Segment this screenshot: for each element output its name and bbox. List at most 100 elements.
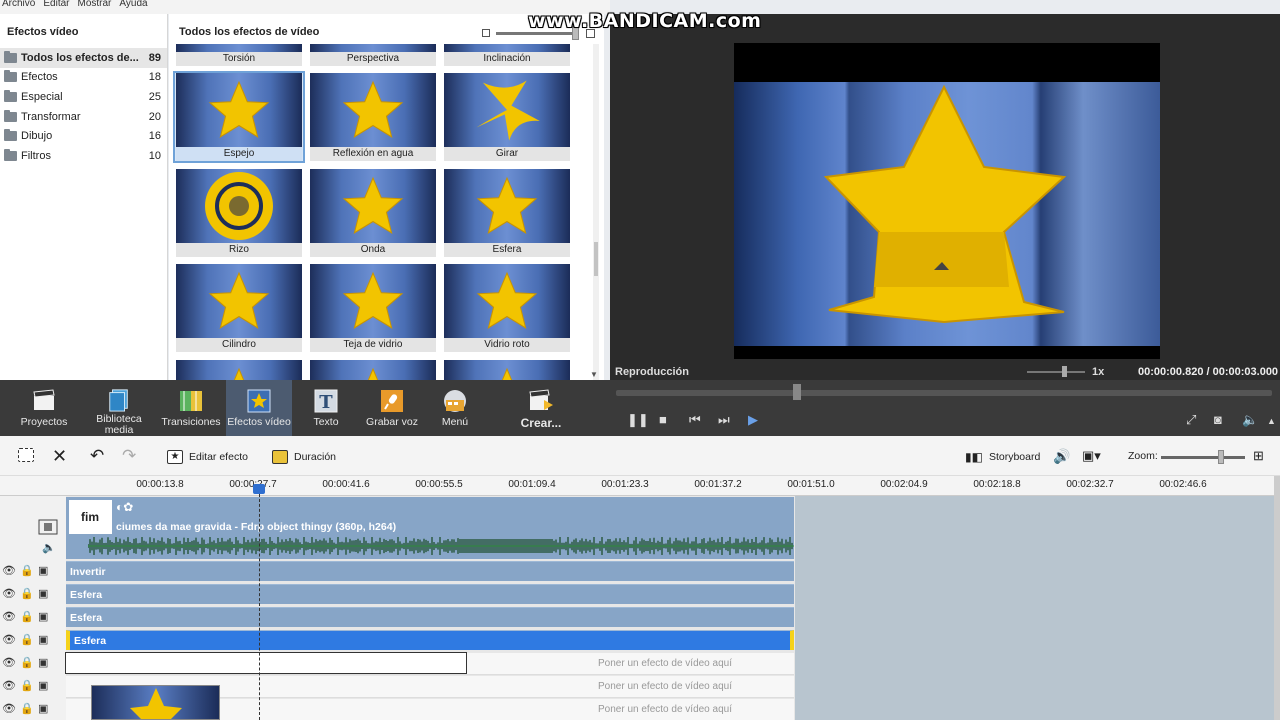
category-label: Transformar — [21, 110, 81, 123]
next-icon[interactable]: ⏭ — [718, 413, 730, 427]
stop-icon[interactable]: ■ — [659, 413, 667, 427]
eye-icon[interactable]: 👁 — [2, 679, 16, 692]
multi-select-icon[interactable] — [18, 448, 34, 462]
scroll-down-icon[interactable]: ▼ — [590, 370, 598, 379]
display-options-icon[interactable]: ▣▾ — [1082, 448, 1101, 464]
lock-icon[interactable]: 🔒 — [20, 564, 34, 577]
clip-thumbnail: fim — [69, 500, 112, 534]
effect-tile[interactable]: Inclinación — [443, 44, 571, 66]
text-button[interactable]: T Texto — [302, 380, 350, 436]
timeline-vertical-scrollbar[interactable] — [1274, 476, 1280, 720]
eye-icon[interactable]: 👁 — [2, 587, 16, 600]
eye-icon[interactable]: 👁 — [2, 633, 16, 646]
effect-tile[interactable]: Girar — [443, 73, 571, 161]
category-item[interactable]: Dibujo 16 — [0, 126, 167, 146]
duration-label: Duración — [294, 451, 337, 463]
create-button[interactable]: Crear... — [514, 380, 568, 436]
duration-button[interactable]: Duración — [272, 450, 336, 464]
clip-adjust-icon[interactable]: ◐✿ — [116, 500, 133, 514]
lock-icon[interactable]: 🔒 — [20, 610, 34, 623]
speed-value: 1x — [1092, 366, 1105, 378]
previous-icon[interactable]: ⏮ — [689, 413, 701, 427]
folder-icon — [4, 109, 17, 122]
zoom-slider[interactable] — [1161, 456, 1245, 459]
video-effects-button[interactable]: Efectos vídeo — [226, 380, 292, 436]
effect-tile[interactable]: Rizo — [175, 168, 303, 257]
effect-tile[interactable]: Reflexión en agua — [309, 73, 437, 161]
effect-tile[interactable]: Vidrio roto — [443, 264, 571, 352]
lock-icon[interactable]: 🔒 — [20, 633, 34, 646]
menu-ayuda[interactable]: Ayuda — [119, 0, 147, 14]
eye-icon[interactable]: 👁 — [2, 564, 16, 577]
effect-tile[interactable]: Esfera — [443, 168, 571, 257]
eye-icon[interactable]: 👁 — [2, 702, 16, 715]
mute-icon[interactable]: 🔈 — [42, 541, 56, 554]
storyboard-button[interactable]: ▮◧ Storyboard — [965, 450, 1040, 464]
category-count: 18 — [148, 71, 161, 84]
speed-slider-thumb[interactable] — [1062, 366, 1067, 377]
effect-track-clip[interactable]: Esfera — [66, 584, 794, 604]
effect-track-clip[interactable]: Esfera — [66, 630, 794, 650]
zoom-fit-icon[interactable]: ⊞ — [1253, 448, 1264, 464]
undo-icon[interactable]: ↶ — [90, 446, 104, 466]
category-item[interactable]: Transformar 20 — [0, 107, 167, 127]
menu-archivo[interactable]: Archivo — [2, 0, 35, 14]
ruler-tick-label: 00:02:18.8 — [973, 479, 1021, 490]
timeline-ruler[interactable]: 00:00:13.800:00:27.700:00:41.600:00:55.5… — [0, 476, 1280, 496]
effect-tile[interactable] — [309, 360, 437, 380]
volume-icon[interactable]: 🔈 — [1242, 413, 1258, 427]
eye-icon[interactable]: 👁 — [2, 656, 16, 669]
menu-button[interactable]: Menú — [432, 380, 478, 436]
lock-icon[interactable]: 🔒 — [20, 587, 34, 600]
effect-tile[interactable]: Perspectiva — [309, 44, 437, 66]
grid-scrollbar-thumb[interactable] — [594, 242, 598, 276]
effect-tile[interactable]: Espejo — [173, 71, 305, 163]
audio-mixer-icon[interactable]: 🔊 — [1053, 448, 1070, 465]
grid-scrollbar[interactable] — [593, 44, 599, 380]
speed-slider[interactable] — [1027, 371, 1085, 373]
projects-button[interactable]: Proyectos — [12, 380, 76, 436]
timeline-empty-area[interactable] — [795, 496, 1280, 720]
menu-editar[interactable]: Editar — [43, 0, 69, 14]
menu-mostrar[interactable]: Mostrar — [77, 0, 111, 14]
redo-icon[interactable]: ↷ — [122, 446, 136, 466]
effect-thumbnail — [176, 360, 302, 380]
eye-icon[interactable]: 👁 — [2, 610, 16, 623]
effect-track-clip[interactable]: Esfera — [66, 607, 794, 627]
zoom-slider-thumb[interactable] — [1218, 450, 1224, 464]
effect-tile[interactable]: Onda — [309, 168, 437, 257]
playback-position-slider[interactable] — [616, 390, 1272, 396]
effect-thumbnail — [444, 264, 570, 338]
thumbnail-small-icon[interactable] — [482, 29, 490, 37]
effect-label: Torsión — [176, 52, 302, 66]
delete-icon[interactable]: ✕ — [52, 446, 67, 467]
drop-effect-placeholder: Poner un efecto de vídeo aquí — [598, 704, 732, 715]
playhead-handle[interactable] — [253, 484, 265, 494]
expand-up-icon[interactable]: ▲ — [1267, 414, 1276, 428]
snapshot-icon[interactable]: ◙ — [1214, 413, 1222, 427]
effect-tile[interactable]: Teja de vidrio — [309, 264, 437, 352]
lock-icon[interactable]: 🔒 — [20, 679, 34, 692]
category-item[interactable]: Todos los efectos de... 89 — [0, 48, 167, 68]
transitions-button[interactable]: Transiciones — [160, 380, 222, 436]
category-item[interactable]: Filtros 10 — [0, 146, 167, 166]
media-library-button[interactable]: Biblioteca media — [90, 380, 148, 436]
playback-position-thumb[interactable] — [793, 384, 801, 400]
record-voice-button[interactable]: Grabar voz — [362, 380, 422, 436]
effect-tile[interactable]: Cilindro — [175, 264, 303, 352]
effect-track-clip[interactable]: Invertir — [66, 561, 794, 581]
play-range-icon[interactable]: ▶ — [748, 413, 758, 427]
preview-video[interactable] — [734, 82, 1160, 346]
effect-tile[interactable] — [175, 360, 303, 380]
category-count: 16 — [148, 130, 161, 143]
thumbnail-size-slider[interactable] — [496, 32, 576, 35]
lock-icon[interactable]: 🔒 — [20, 702, 34, 715]
category-item[interactable]: Especial 25 — [0, 87, 167, 107]
pause-icon[interactable]: ❚❚ — [627, 413, 649, 427]
edit-effect-button[interactable]: ★ Editar efecto — [167, 450, 248, 464]
lock-icon[interactable]: 🔒 — [20, 656, 34, 669]
fullscreen-icon[interactable]: ⤢ — [1186, 413, 1196, 427]
effect-tile[interactable] — [443, 360, 571, 380]
effect-tile[interactable]: Torsión — [175, 44, 303, 66]
category-item[interactable]: Efectos 18 — [0, 68, 167, 88]
